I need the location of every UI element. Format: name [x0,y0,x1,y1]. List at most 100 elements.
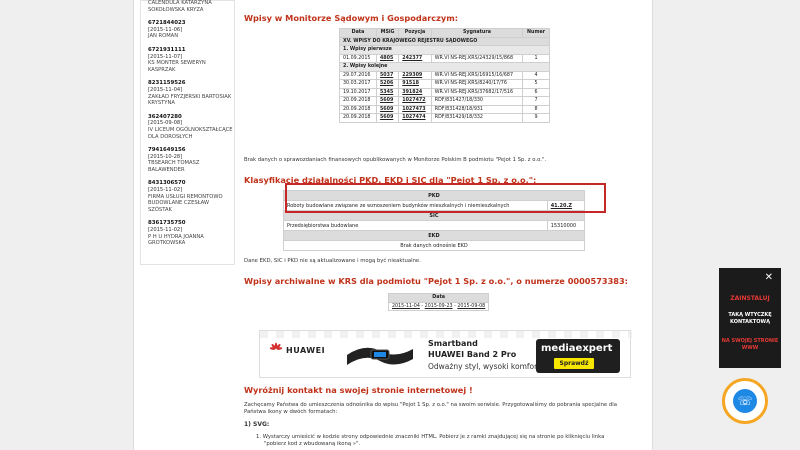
contact-phone-button[interactable]: ☏ [722,378,768,424]
monitor-link-cell[interactable]: 242377 [398,53,432,63]
sic-description: Przedsiębiorstwa budowlane [283,220,548,231]
company-name[interactable]: TBSEARCH TOMASZ BALAWENDER [148,160,234,173]
promo-list-item-2: "pobierz kod z wbudowaną ikoną »". [264,441,361,447]
monitor-link-cell[interactable]: 5609 [375,96,400,106]
monitor-link-cell[interactable]: 5037 [375,70,400,80]
monitor-link-cell[interactable]: 91518 [398,79,432,89]
msig-link[interactable]: 5345 [380,90,393,95]
contact-plugin-widget[interactable]: ✕ ZAINSTALUJ TAKĄ WTYCZKĘ KONTAKTOWĄ NA … [719,268,781,368]
monitor-column-header: Sygnatura [430,28,524,38]
monitor-cell: WR.VI NS-REJ.KRS/24329/15/868 [430,53,524,63]
monitor-link-cell[interactable]: 391824 [398,87,432,97]
mediaexpert-box[interactable]: mediaexpert Sprawdź [536,339,620,373]
ad-subtitle: Odważny styl, wysoki komfort [428,362,541,371]
company-nip[interactable]: 8231159526 [148,80,234,87]
company-date: [2015-10-28] [148,153,183,160]
sidebar-company-item[interactable]: 6721844023 [2015-11-06] JAN ROMAN [141,20,234,40]
monitor-link-cell[interactable]: 1027474 [398,113,432,123]
ad-title-2: HUAWEI Band 2 Pro [428,350,517,359]
sidebar-company-item[interactable]: 8231159526 [2015-11-04] ZAKŁAD FRYZJERSKI … [141,80,234,106]
monitor-link-cell[interactable]: 1027473 [398,104,432,114]
company-nip[interactable]: 6721844023 [148,20,234,27]
sidebar-company-item[interactable]: 7941649156 [2015-10-28] TBSEARCH TOMASZ BA… [141,147,234,173]
company-name[interactable]: KS MONTER SEWERYN KASPRZAK [148,60,234,73]
ad-title-1: Smartband [428,339,478,348]
monitor-cell: 6 [522,87,550,97]
msig-link[interactable]: 5037 [380,73,393,78]
company-name[interactable]: ZAKŁAD FRYZJERSKI BARTOSIAK KRYSTYNA [148,94,234,107]
promo-text-1: Zachęcamy Państwa do umieszczenia odnośn… [244,402,617,408]
monitor-link-cell[interactable]: 5345 [375,87,400,97]
msig-link[interactable]: 5609 [380,115,393,120]
ad-cta-button[interactable]: Sprawdź [554,358,594,369]
monitor-cell: 1 [522,53,550,63]
archive-date-header: Data [387,293,490,303]
monitor-cell: 7 [522,96,550,106]
chat-icon: ☏ [733,389,757,413]
sidebar-company-item[interactable]: CALENDULA KATARZYNA SOKOŁOWSKA KRYZA [141,0,234,13]
position-link[interactable]: 1027472 [402,98,425,103]
advertisement-banner[interactable]: HUAWEI Smartband HUAWEI Band 2 Pro Odważ… [259,330,632,378]
company-nip[interactable]: 7941649156 [148,147,234,154]
smartband-image-icon [347,347,413,365]
monitor-cell: 5 [522,79,550,89]
company-nip[interactable]: 8361735750 [148,220,234,227]
sidebar-company-item[interactable]: 8431306570 [2015-11-02] FIRMA USŁUGI REMON… [141,180,234,213]
company-nip[interactable]: 6721931111 [148,47,234,54]
monitor-link-cell[interactable]: 1027472 [398,96,432,106]
company-name[interactable]: P H U HYDRA JOANNA GROTKOWSKA [148,234,234,247]
archive-heading: Wpisy archiwalne w KRS dla podmiotu "Pej… [244,276,628,286]
monitor-cell: 8 [522,104,550,114]
archive-date-link[interactable]: 2015-09-08 [457,304,485,309]
msig-link[interactable]: 4805 [380,56,393,61]
company-nip[interactable]: 8431306570 [148,180,234,187]
company-date: [2015-11-07] [148,53,183,60]
company-date: [2015-09-08] [148,120,183,127]
position-link[interactable]: 1027473 [402,107,425,112]
monitor-link-cell[interactable]: 229309 [398,70,432,80]
company-name[interactable]: FIRMA USŁUGI REMONTOWO BUDOWLANE CZESŁAW… [148,194,234,214]
close-icon[interactable]: ✕ [765,272,773,283]
pkd-note: Dane EKD, SIC i PKD nie są aktualizowane… [244,258,421,264]
promo-list-item-1: 1. Wystarczy umieścić w kodzie strony od… [256,434,605,440]
position-link[interactable]: 229309 [402,73,422,78]
company-name[interactable]: JAN ROMAN [148,33,234,40]
position-link[interactable]: 1027474 [402,115,425,120]
position-link[interactable]: 91518 [402,81,419,86]
monitor-sub-next: 2. Wpisy kolejne [339,62,550,72]
monitor-link-cell[interactable]: 5609 [375,104,400,114]
company-name[interactable]: IV LICEUM OGÓLNOKSZTAŁCĄCE DLA DOROSŁYCH [148,127,234,140]
sic-code: 15310000 [546,220,586,231]
monitor-cell: 30.03.2017 [339,79,377,89]
monitor-cell: 20.09.2018 [339,113,377,123]
monitor-link-cell[interactable]: 5609 [375,113,400,123]
position-link[interactable]: 242377 [402,56,422,61]
monitor-row: 20.09.2018 5609 1027473 RDF/831428/18/931 8 [339,104,550,114]
company-name[interactable]: CALENDULA KATARZYNA SOKOŁOWSKA KRYZA [148,0,234,13]
widget-line-3: NA SWOJEJ STRONIE WWW [721,338,779,351]
huawei-logo-icon [270,342,282,350]
msig-link[interactable]: 5609 [380,98,393,103]
monitor-row: 29.07.2016 5037 229309 WR.VI NS-REJ.KRS/169… [339,70,550,80]
sidebar-company-item[interactable]: 362407280 [2015-09-08] IV LICEUM OGÓLNOKSZ… [141,114,234,140]
position-link[interactable]: 391824 [402,90,422,95]
monitor-column-header: Pozycja [398,28,432,38]
financial-note: Brak danych o sprawozdaniach finansowych… [244,157,547,163]
monitor-cell: RDF/831428/18/931 [430,104,524,114]
company-nip[interactable]: 362407280 [148,114,234,121]
monitor-cell: 20.09.2018 [339,104,377,114]
monitor-column-header: Numer [522,28,550,38]
monitor-link-cell[interactable]: 5206 [375,79,400,89]
msig-link[interactable]: 5206 [380,81,393,86]
sidebar-company-item[interactable]: 6721931111 [2015-11-07] KS MONTER SEWERYN … [141,47,234,73]
pkd-highlight-box [285,183,606,213]
monitor-cell: WR.VI NS-REJ.KRS/8240/17/76 [430,79,524,89]
monitor-column-header: Data [339,28,377,38]
monitor-cell: RDF/831429/18/332 [430,113,524,123]
msig-link[interactable]: 5609 [380,107,393,112]
monitor-link-cell[interactable]: 4805 [375,53,400,63]
sidebar-company-item[interactable]: 8361735750 [2015-11-02] P H U HYDRA JOANNA… [141,220,234,246]
monitor-row: 30.03.2017 5206 91518 WR.VI NS-REJ.KRS/8240… [339,79,550,89]
archive-date-link[interactable]: 2015-09-23 [425,304,453,309]
archive-date-link[interactable]: 2015-11-04 [392,304,420,309]
